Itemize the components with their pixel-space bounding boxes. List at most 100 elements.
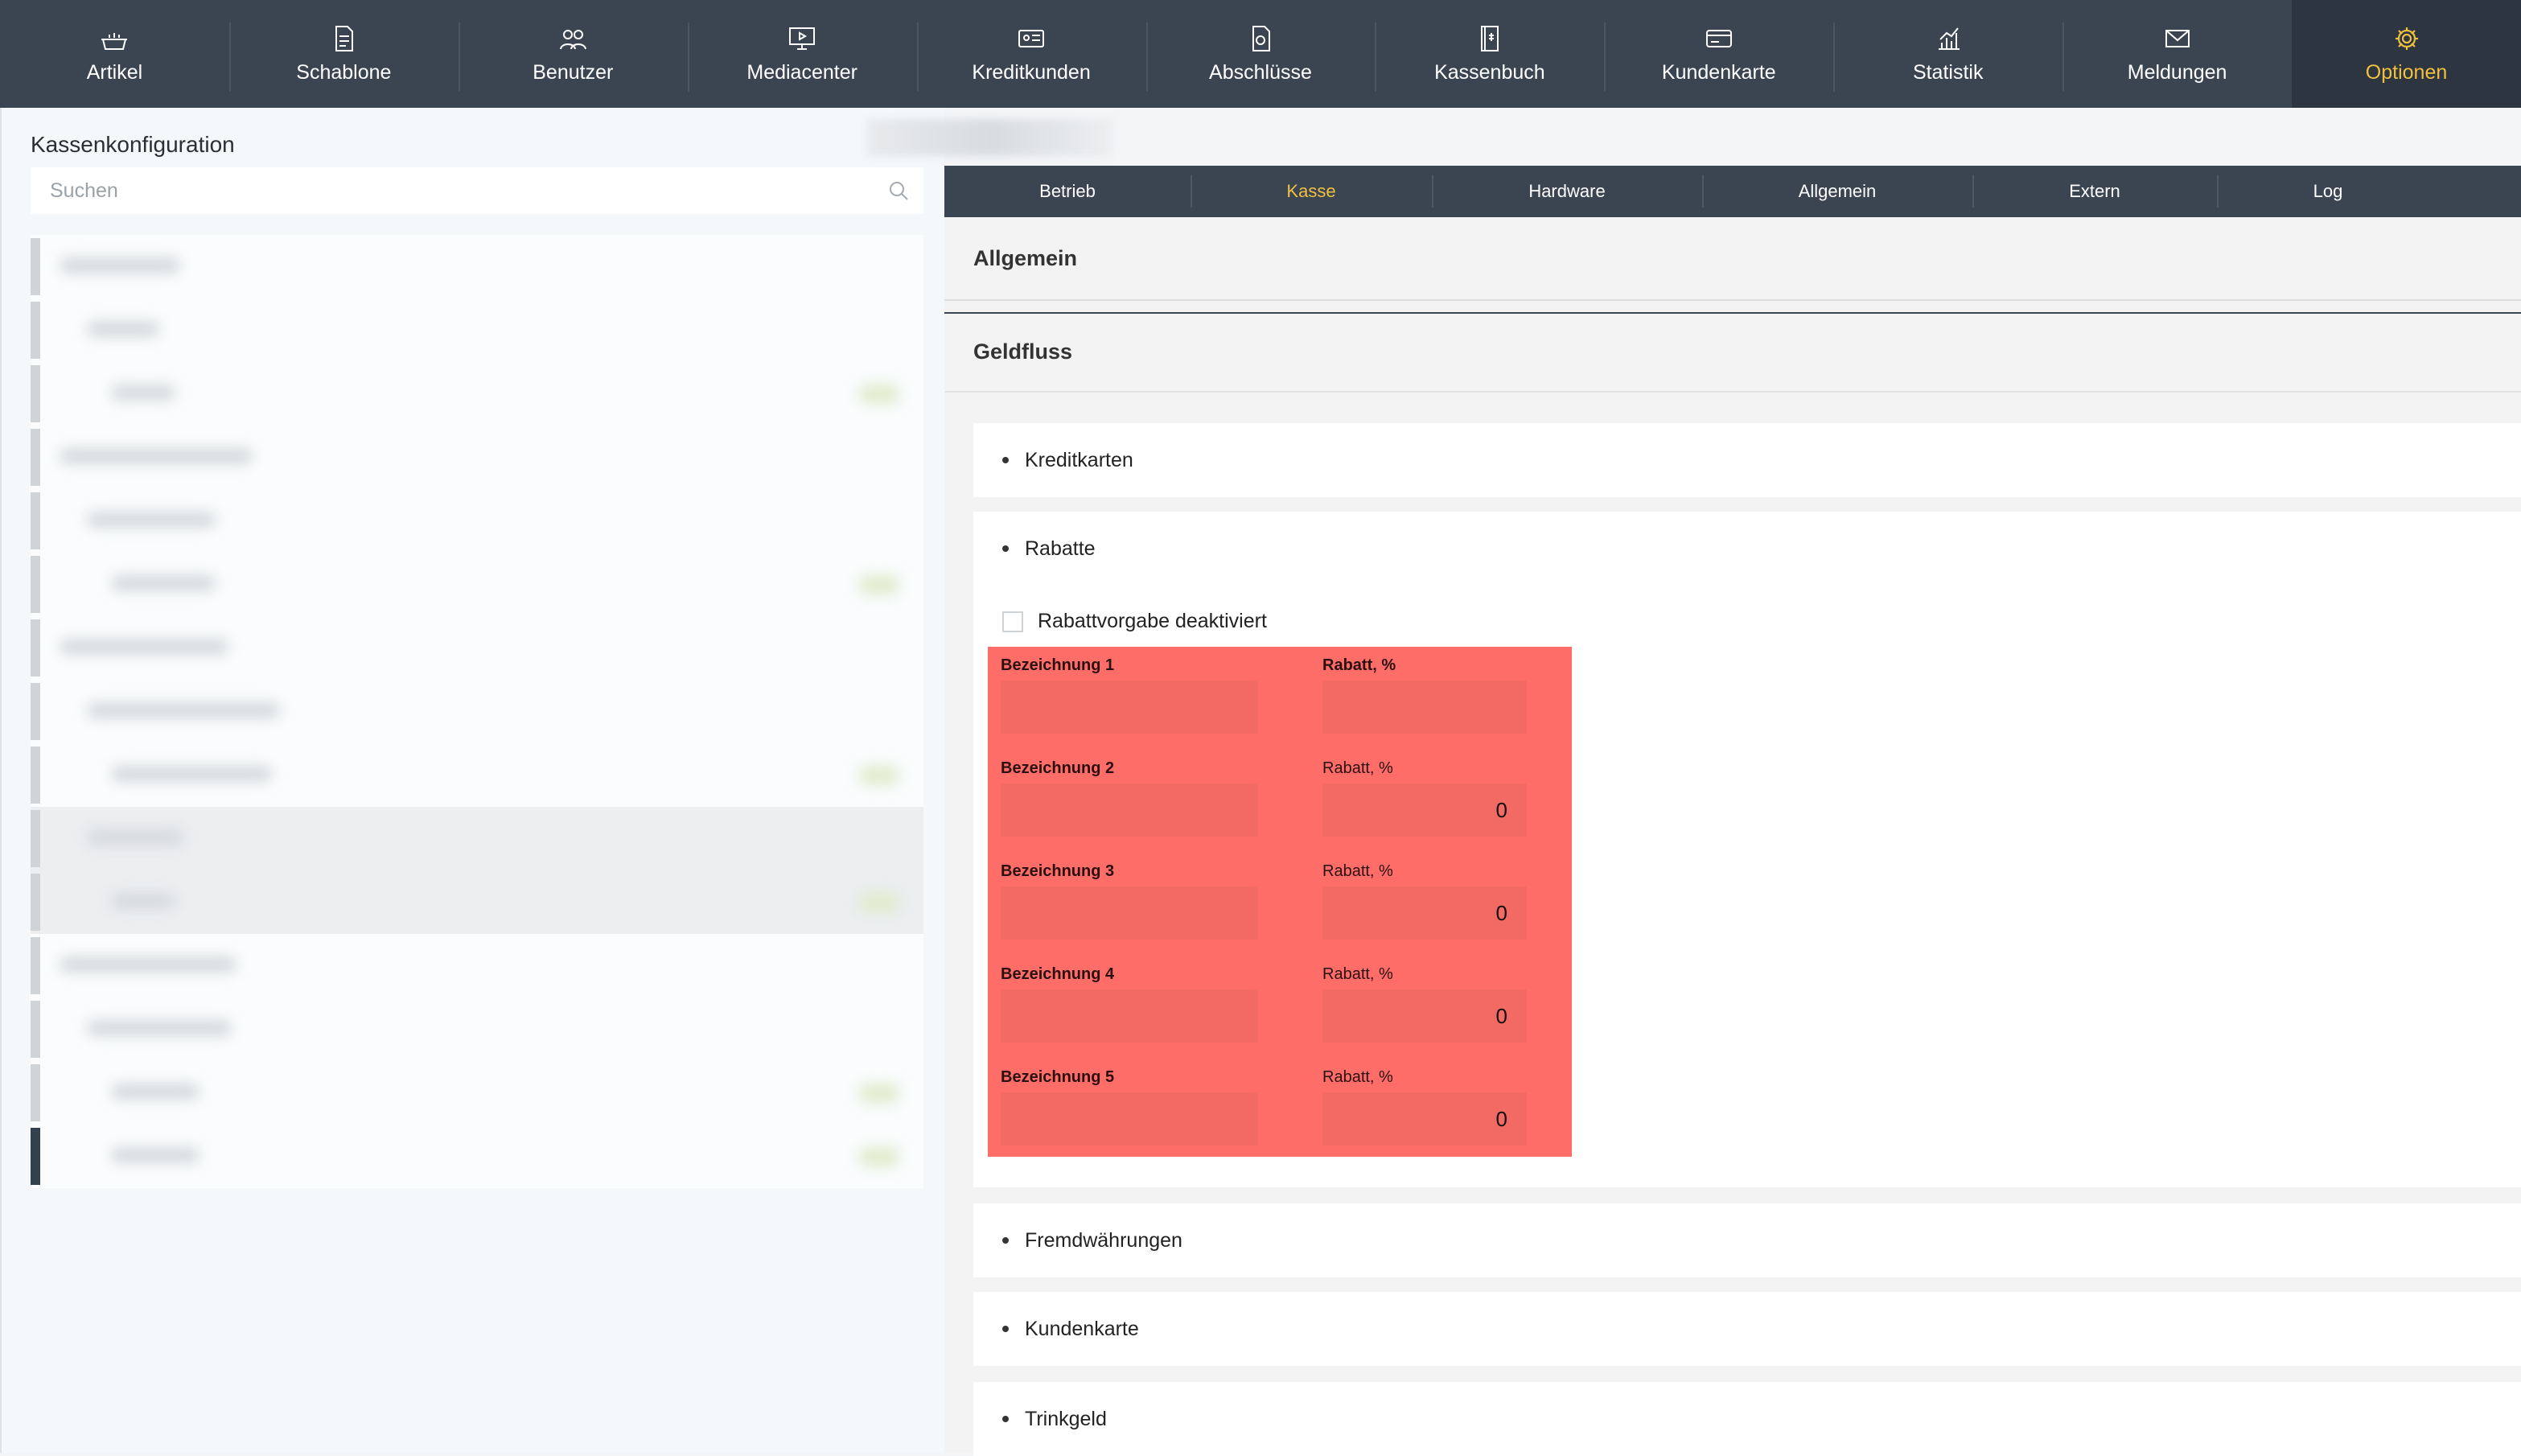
tree-item-marker xyxy=(31,810,40,867)
nav-label: Abschlüsse xyxy=(1209,61,1312,84)
tab-extern[interactable]: Extern xyxy=(1972,166,2217,217)
chart-icon xyxy=(1938,27,1960,50)
settings-panel: Betrieb Kasse Hardware Allgemein Extern … xyxy=(944,166,2521,1456)
search-icon[interactable] xyxy=(886,179,911,203)
tree-item[interactable] xyxy=(31,553,923,616)
tab-betrieb[interactable]: Betrieb xyxy=(944,166,1191,217)
tree-item[interactable] xyxy=(31,934,923,997)
blurred-label xyxy=(87,702,280,718)
card-title: Rabatte xyxy=(1025,537,1096,560)
nav-label: Mediacenter xyxy=(746,61,857,84)
discount-rate-input-5[interactable] xyxy=(1322,1092,1527,1145)
divider xyxy=(944,312,2521,314)
section-geldfluss[interactable]: Geldfluss xyxy=(973,339,1072,364)
blurred-label xyxy=(111,893,175,909)
discount-name-input-2[interactable] xyxy=(1001,784,1258,837)
card-title: Fremdwährungen xyxy=(1025,1228,1182,1252)
tree-item[interactable] xyxy=(31,1061,923,1125)
tree-item[interactable] xyxy=(31,235,923,298)
card-header[interactable]: Rabatte xyxy=(973,512,2521,586)
nav-schablone[interactable]: Schablone xyxy=(228,0,459,108)
discount-name-input-5[interactable] xyxy=(1001,1092,1258,1145)
tree-item[interactable] xyxy=(31,743,923,807)
users-icon xyxy=(560,30,587,50)
nav-kundenkarte[interactable]: Kundenkarte xyxy=(1604,0,1833,108)
tree-item[interactable] xyxy=(31,807,923,870)
tree-item-selected[interactable] xyxy=(31,1125,923,1188)
card-rabatte: Rabatte Rabattvorgabe deaktiviert Bezeic… xyxy=(973,512,2521,1187)
nav-label: Meldungen xyxy=(2127,61,2227,84)
rabattvorgabe-checkbox[interactable] xyxy=(1002,611,1023,632)
tree-item[interactable] xyxy=(31,870,923,934)
discount-rate-input-4[interactable] xyxy=(1322,989,1527,1043)
tree-item[interactable] xyxy=(31,362,923,426)
gear-icon xyxy=(2395,27,2418,50)
rabattvorgabe-option[interactable]: Rabattvorgabe deaktiviert xyxy=(1002,610,1267,633)
nav-label: Artikel xyxy=(86,61,143,84)
blurred-label xyxy=(60,956,236,973)
card-title: Kreditkarten xyxy=(1025,448,1133,471)
status-indicator xyxy=(859,766,899,785)
tree-item-marker xyxy=(31,747,40,804)
card-kreditkarten: Kreditkarten xyxy=(973,423,2521,497)
nav-optionen[interactable]: Optionen xyxy=(2292,0,2521,108)
tree-item[interactable] xyxy=(31,997,923,1061)
bullet xyxy=(1002,545,1009,552)
discount-name-label: Bezeichnung 4 xyxy=(1001,965,1115,983)
card-header[interactable]: Trinkgeld xyxy=(973,1382,2521,1456)
card-header[interactable]: Kundenkarte xyxy=(973,1292,2521,1366)
nav-abschluesse[interactable]: Abschlüsse xyxy=(1145,0,1376,108)
search-box[interactable] xyxy=(31,167,923,214)
discount-rate-input-2[interactable] xyxy=(1322,784,1527,837)
search-input[interactable] xyxy=(31,167,874,214)
settings-tabs: Betrieb Kasse Hardware Allgemein Extern … xyxy=(944,166,2521,217)
status-indicator xyxy=(859,893,899,912)
tree-item[interactable] xyxy=(31,426,923,489)
nav-kassenbuch[interactable]: Kassenbuch xyxy=(1375,0,1604,108)
cashbook-icon xyxy=(1480,26,1499,51)
monitor-icon xyxy=(789,27,816,50)
tree-item-marker xyxy=(31,874,40,931)
discount-rate-input-3[interactable] xyxy=(1322,886,1527,940)
nav-label: Benutzer xyxy=(533,61,614,84)
bullet xyxy=(1002,457,1009,463)
tree-item-marker xyxy=(31,429,40,486)
discount-rate-label: Rabatt, % xyxy=(1322,965,1393,983)
tab-hardware[interactable]: Hardware xyxy=(1432,166,1702,217)
nav-mediacenter[interactable]: Mediacenter xyxy=(687,0,917,108)
nav-artikel[interactable]: Artikel xyxy=(0,0,229,108)
tree-item[interactable] xyxy=(31,298,923,362)
mail-icon xyxy=(2165,30,2190,47)
tree-item[interactable] xyxy=(31,489,923,553)
tab-kasse[interactable]: Kasse xyxy=(1191,166,1432,217)
card-header[interactable]: Fremdwährungen xyxy=(973,1203,2521,1277)
blurred-label xyxy=(111,385,175,401)
nav-benutzer[interactable]: Benutzer xyxy=(458,0,688,108)
blurred-label xyxy=(111,575,216,591)
discount-rate-label: Rabatt, % xyxy=(1322,862,1393,880)
discount-name-input-1[interactable] xyxy=(1001,681,1258,734)
section-allgemein[interactable]: Allgemein xyxy=(973,246,1077,271)
card-kundenkarte: Kundenkarte xyxy=(973,1292,2521,1366)
discount-rate-input-1[interactable] xyxy=(1322,681,1527,734)
tree-item-marker xyxy=(31,365,40,422)
nav-statistik[interactable]: Statistik xyxy=(1833,0,2062,108)
discount-name-label: Bezeichnung 5 xyxy=(1001,1068,1115,1086)
blurred-label xyxy=(111,766,272,782)
config-tree xyxy=(31,235,923,1297)
tab-allgemein[interactable]: Allgemein xyxy=(1702,166,1972,217)
nav-label: Kundenkarte xyxy=(1661,61,1776,84)
nav-label: Schablone xyxy=(296,61,392,84)
tree-item[interactable] xyxy=(31,680,923,743)
basket-icon xyxy=(101,33,128,50)
tab-log[interactable]: Log xyxy=(2217,166,2439,217)
nav-meldungen[interactable]: Meldungen xyxy=(2062,0,2292,108)
discount-name-input-3[interactable] xyxy=(1001,886,1258,940)
nav-kreditkunden[interactable]: Kreditkunden xyxy=(916,0,1146,108)
card-header[interactable]: Kreditkarten xyxy=(973,423,2521,497)
tree-item[interactable] xyxy=(31,616,923,680)
discount-name-label: Bezeichnung 3 xyxy=(1001,862,1115,880)
rabatte-content: Rabattvorgabe deaktiviert Bezeichnung 1 … xyxy=(973,586,2521,1186)
discount-name-input-4[interactable] xyxy=(1001,989,1258,1043)
bullet xyxy=(1002,1237,1009,1244)
